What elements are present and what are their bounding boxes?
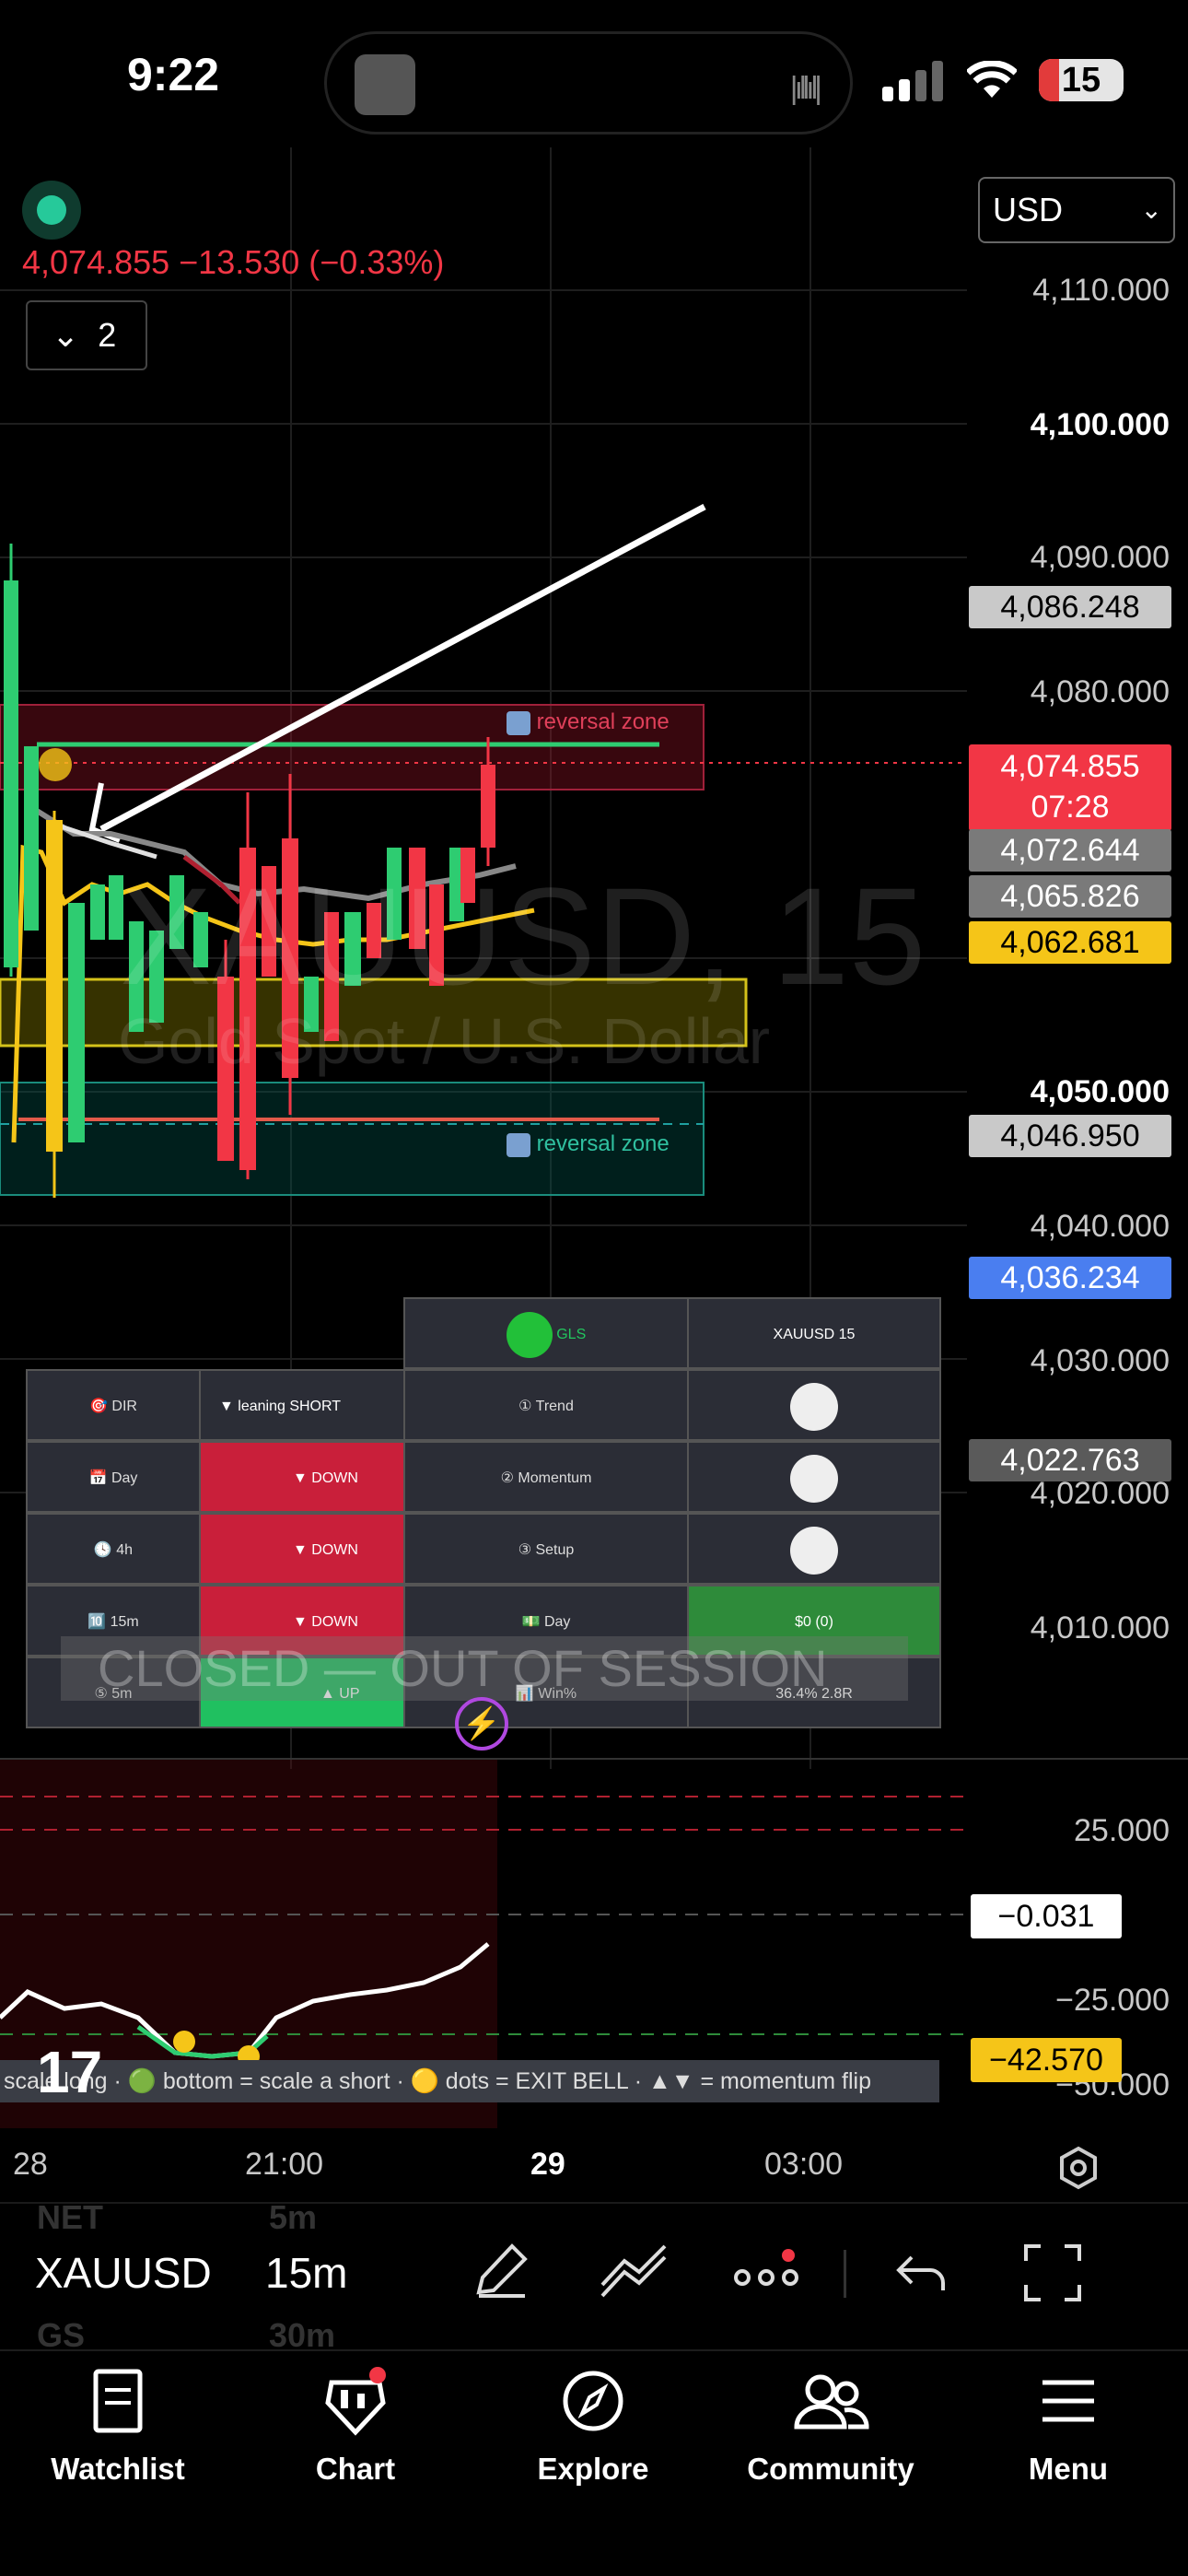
price-quote: 4,074.855 −13.530 (−0.33%) [22, 243, 445, 281]
cellular-signal-icon [882, 61, 943, 101]
gls-row-label: ① Trend [403, 1369, 689, 1441]
last-price-label: 4,074.855 07:28 [969, 744, 1171, 831]
ghost-label: NET [37, 2198, 103, 2236]
gls-header: GLS [403, 1297, 689, 1369]
settings-icon[interactable] [1055, 2145, 1101, 2191]
session-overlay: CLOSED — OUT OF SESSION [61, 1636, 908, 1701]
price-label: 4,062.681 [969, 921, 1171, 964]
price-tick: 4,110.000 [1032, 273, 1170, 308]
osc-current-label: −0.031 [971, 1894, 1122, 1938]
nav-label: Watchlist [51, 2452, 185, 2486]
price-label: 4,046.950 [969, 1115, 1171, 1157]
osc-tick: 25.000 [1074, 1813, 1170, 1848]
wifi-icon [967, 61, 1017, 98]
price-tick: 4,090.000 [1030, 540, 1170, 575]
currency-select[interactable]: USD ⌄ [978, 177, 1175, 243]
gls-row-value [687, 1369, 941, 1441]
calendar-icon: 📅 [88, 1470, 108, 1486]
chevron-down-icon: ⌄ [52, 316, 80, 354]
dynamic-island[interactable]: |ıllıl| [324, 31, 853, 135]
nav-community[interactable]: Community [729, 2362, 932, 2487]
lightning-icon[interactable]: ⚡ [455, 1697, 508, 1751]
neutral-circle-icon [790, 1382, 838, 1431]
dir-row-value: ▼ DOWN [199, 1441, 405, 1513]
more-icon[interactable] [733, 2248, 801, 2294]
price-tick: 4,030.000 [1030, 1343, 1170, 1378]
symbol-button[interactable]: XAUUSD [35, 2248, 212, 2298]
gls-row-value [687, 1513, 941, 1585]
price-axis[interactable]: 4,110.000 4,100.000 4,090.000 4,080.000 … [967, 240, 1188, 1769]
gls-symbol: XAUUSD 15 [687, 1297, 941, 1369]
price-label: 4,065.826 [969, 875, 1171, 918]
dir-row-value: ▼ leaning SHORT [199, 1369, 405, 1441]
ten-icon: 🔟 [87, 1614, 107, 1630]
compass-icon [563, 2371, 623, 2431]
neutral-circle-icon [790, 1526, 838, 1575]
price-tick: 4,010.000 [1030, 1610, 1170, 1645]
menu-icon [1042, 2380, 1094, 2422]
gls-row-value [687, 1441, 941, 1513]
ghost-label: 5m [269, 2198, 318, 2236]
price-label: 4,036.234 [969, 1257, 1171, 1299]
osc-low-label: −42.570 [971, 2038, 1122, 2082]
time-tick: 28 [13, 2147, 48, 2182]
time-tick: 29 [530, 2147, 565, 2182]
gls-row-label: ② Momentum [403, 1441, 689, 1513]
nav-label: Menu [1028, 2452, 1109, 2486]
dir-row-label: 🕓 4h [26, 1513, 201, 1585]
price-label: 4,072.644 [969, 829, 1171, 872]
time-tick: 21:00 [245, 2147, 324, 2182]
dir-row-value: ▼ DOWN [199, 1513, 405, 1585]
indicator-toggle[interactable]: ⌄ 2 [26, 300, 147, 370]
nav-watchlist[interactable]: Watchlist [17, 2362, 219, 2487]
price-tick: 4,080.000 [1030, 674, 1170, 709]
tradingview-logo[interactable]: 17 [37, 2038, 102, 2106]
dir-row-label: 📅 Day [26, 1441, 201, 1513]
status-green-icon [506, 1311, 553, 1358]
nav-explore[interactable]: Explore [492, 2362, 694, 2487]
zone-label-bottom: reversal zone [507, 1131, 670, 1157]
timeframe-button[interactable]: 15m [265, 2248, 347, 2298]
chart-nav-icon [325, 2367, 386, 2436]
market-status-dot[interactable] [22, 181, 81, 240]
status-time: 9:22 [127, 49, 220, 100]
pen-icon[interactable] [470, 2237, 534, 2301]
nav-label: Community [747, 2452, 914, 2486]
symbol-name-watermark: Gold Spot / U.S. Dollar [118, 1005, 771, 1077]
refresh-icon [507, 710, 530, 735]
nav-label: Explore [537, 2452, 649, 2486]
dir-row-label: 🎯 DIR [26, 1369, 201, 1441]
community-icon [794, 2374, 869, 2430]
price-label: 4,086.248 [969, 586, 1171, 628]
indicator-count: 2 [98, 316, 117, 354]
nav-menu[interactable]: Menu [967, 2362, 1170, 2487]
refresh-icon [507, 1132, 530, 1157]
time-tick: 03:00 [764, 2147, 844, 2182]
gls-row-label: ③ Setup [403, 1513, 689, 1585]
money-icon: 💵 [521, 1614, 541, 1630]
now-playing-artwork [355, 54, 415, 115]
oscillator-legend: scale long · 🟢 bottom = scale a short · … [0, 2060, 939, 2102]
nav-label: Chart [315, 2452, 396, 2486]
neutral-circle-icon [790, 1454, 838, 1503]
price-tick: 4,100.000 [1030, 407, 1170, 442]
price-tick: 4,050.000 [1030, 1074, 1170, 1109]
trend-tools-icon[interactable] [599, 2239, 669, 2300]
chevron-down-icon: ⌄ [1140, 195, 1162, 224]
screen: { "status_bar": {"time": "9:22", "batter… [0, 0, 1188, 2576]
fullscreen-icon[interactable] [1022, 2242, 1083, 2303]
price-label: 4,022.763 [969, 1439, 1171, 1481]
audio-wave-icon: |ıllıl| [789, 71, 822, 106]
undo-icon[interactable] [893, 2248, 949, 2298]
nav-chart[interactable]: Chart [254, 2362, 457, 2487]
target-icon: 🎯 [89, 1399, 108, 1414]
price-tick: 4,040.000 [1030, 1209, 1170, 1244]
symbol-watermark: XAUUSD, 15 [120, 859, 926, 1013]
watchlist-icon [93, 2369, 143, 2433]
zone-label-top: reversal zone [507, 709, 670, 735]
clock-icon: 🕓 [93, 1542, 112, 1558]
osc-tick: −25.000 [1055, 1983, 1170, 2018]
battery-icon: 15 [1039, 59, 1124, 101]
